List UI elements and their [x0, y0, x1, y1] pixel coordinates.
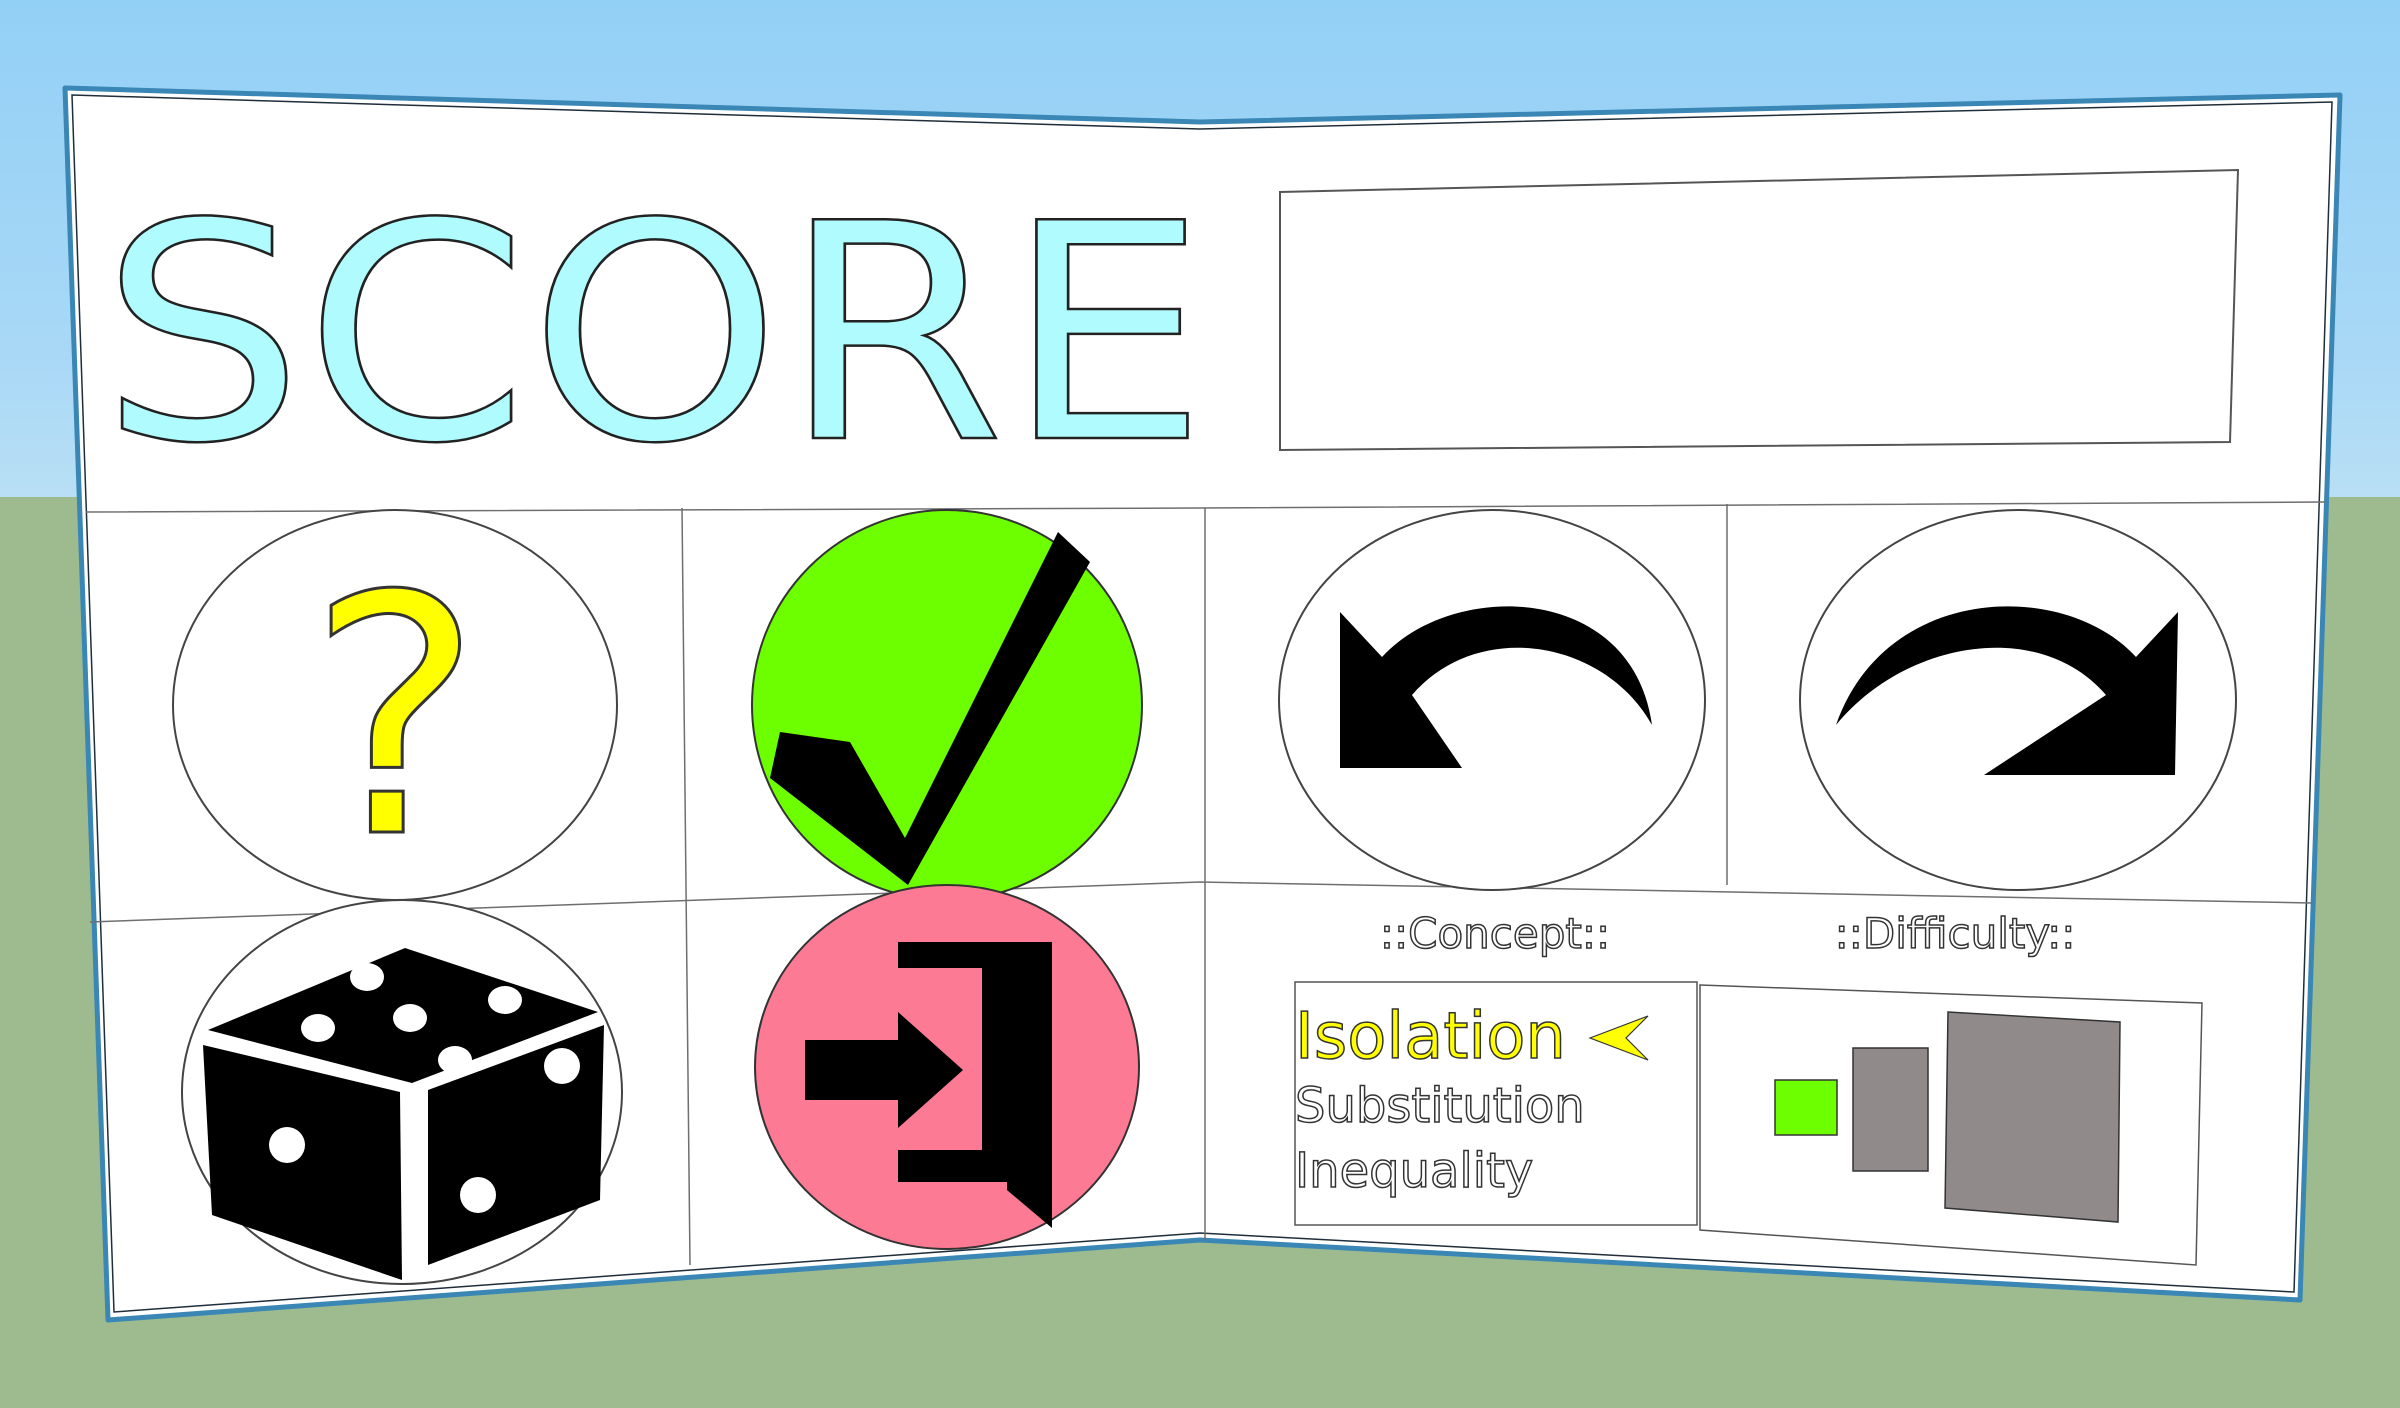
undo-button[interactable] [1278, 509, 1706, 891]
difficulty-medium[interactable] [1852, 1047, 1929, 1172]
difficulty-header: ::Difficulty:: [1835, 909, 2076, 958]
redo-button[interactable] [1799, 509, 2237, 891]
concept-header: ::Concept:: [1380, 909, 1610, 958]
score-display [1279, 168, 2240, 452]
check-button[interactable] [751, 509, 1143, 901]
score-title: SCORE [100, 160, 1208, 509]
difficulty-easy[interactable] [1774, 1079, 1838, 1136]
concept-item-substitution[interactable]: Substitution [1294, 1077, 1585, 1135]
concept-item-label: Isolation [1295, 1000, 1566, 1074]
concept-item-inequality[interactable]: Inequality [1294, 1142, 1534, 1200]
game-board: SCORE ?::Concept::::Difficulty:: Isola… [62, 85, 2343, 1323]
random-button[interactable] [181, 899, 623, 1285]
exit-button[interactable] [754, 884, 1140, 1250]
question-mark-icon: ? [307, 526, 482, 910]
concept-item-label: Substitution [1295, 1078, 1585, 1134]
difficulty-hard[interactable] [1944, 1011, 2121, 1223]
concept-item-label: Inequality [1295, 1143, 1533, 1199]
